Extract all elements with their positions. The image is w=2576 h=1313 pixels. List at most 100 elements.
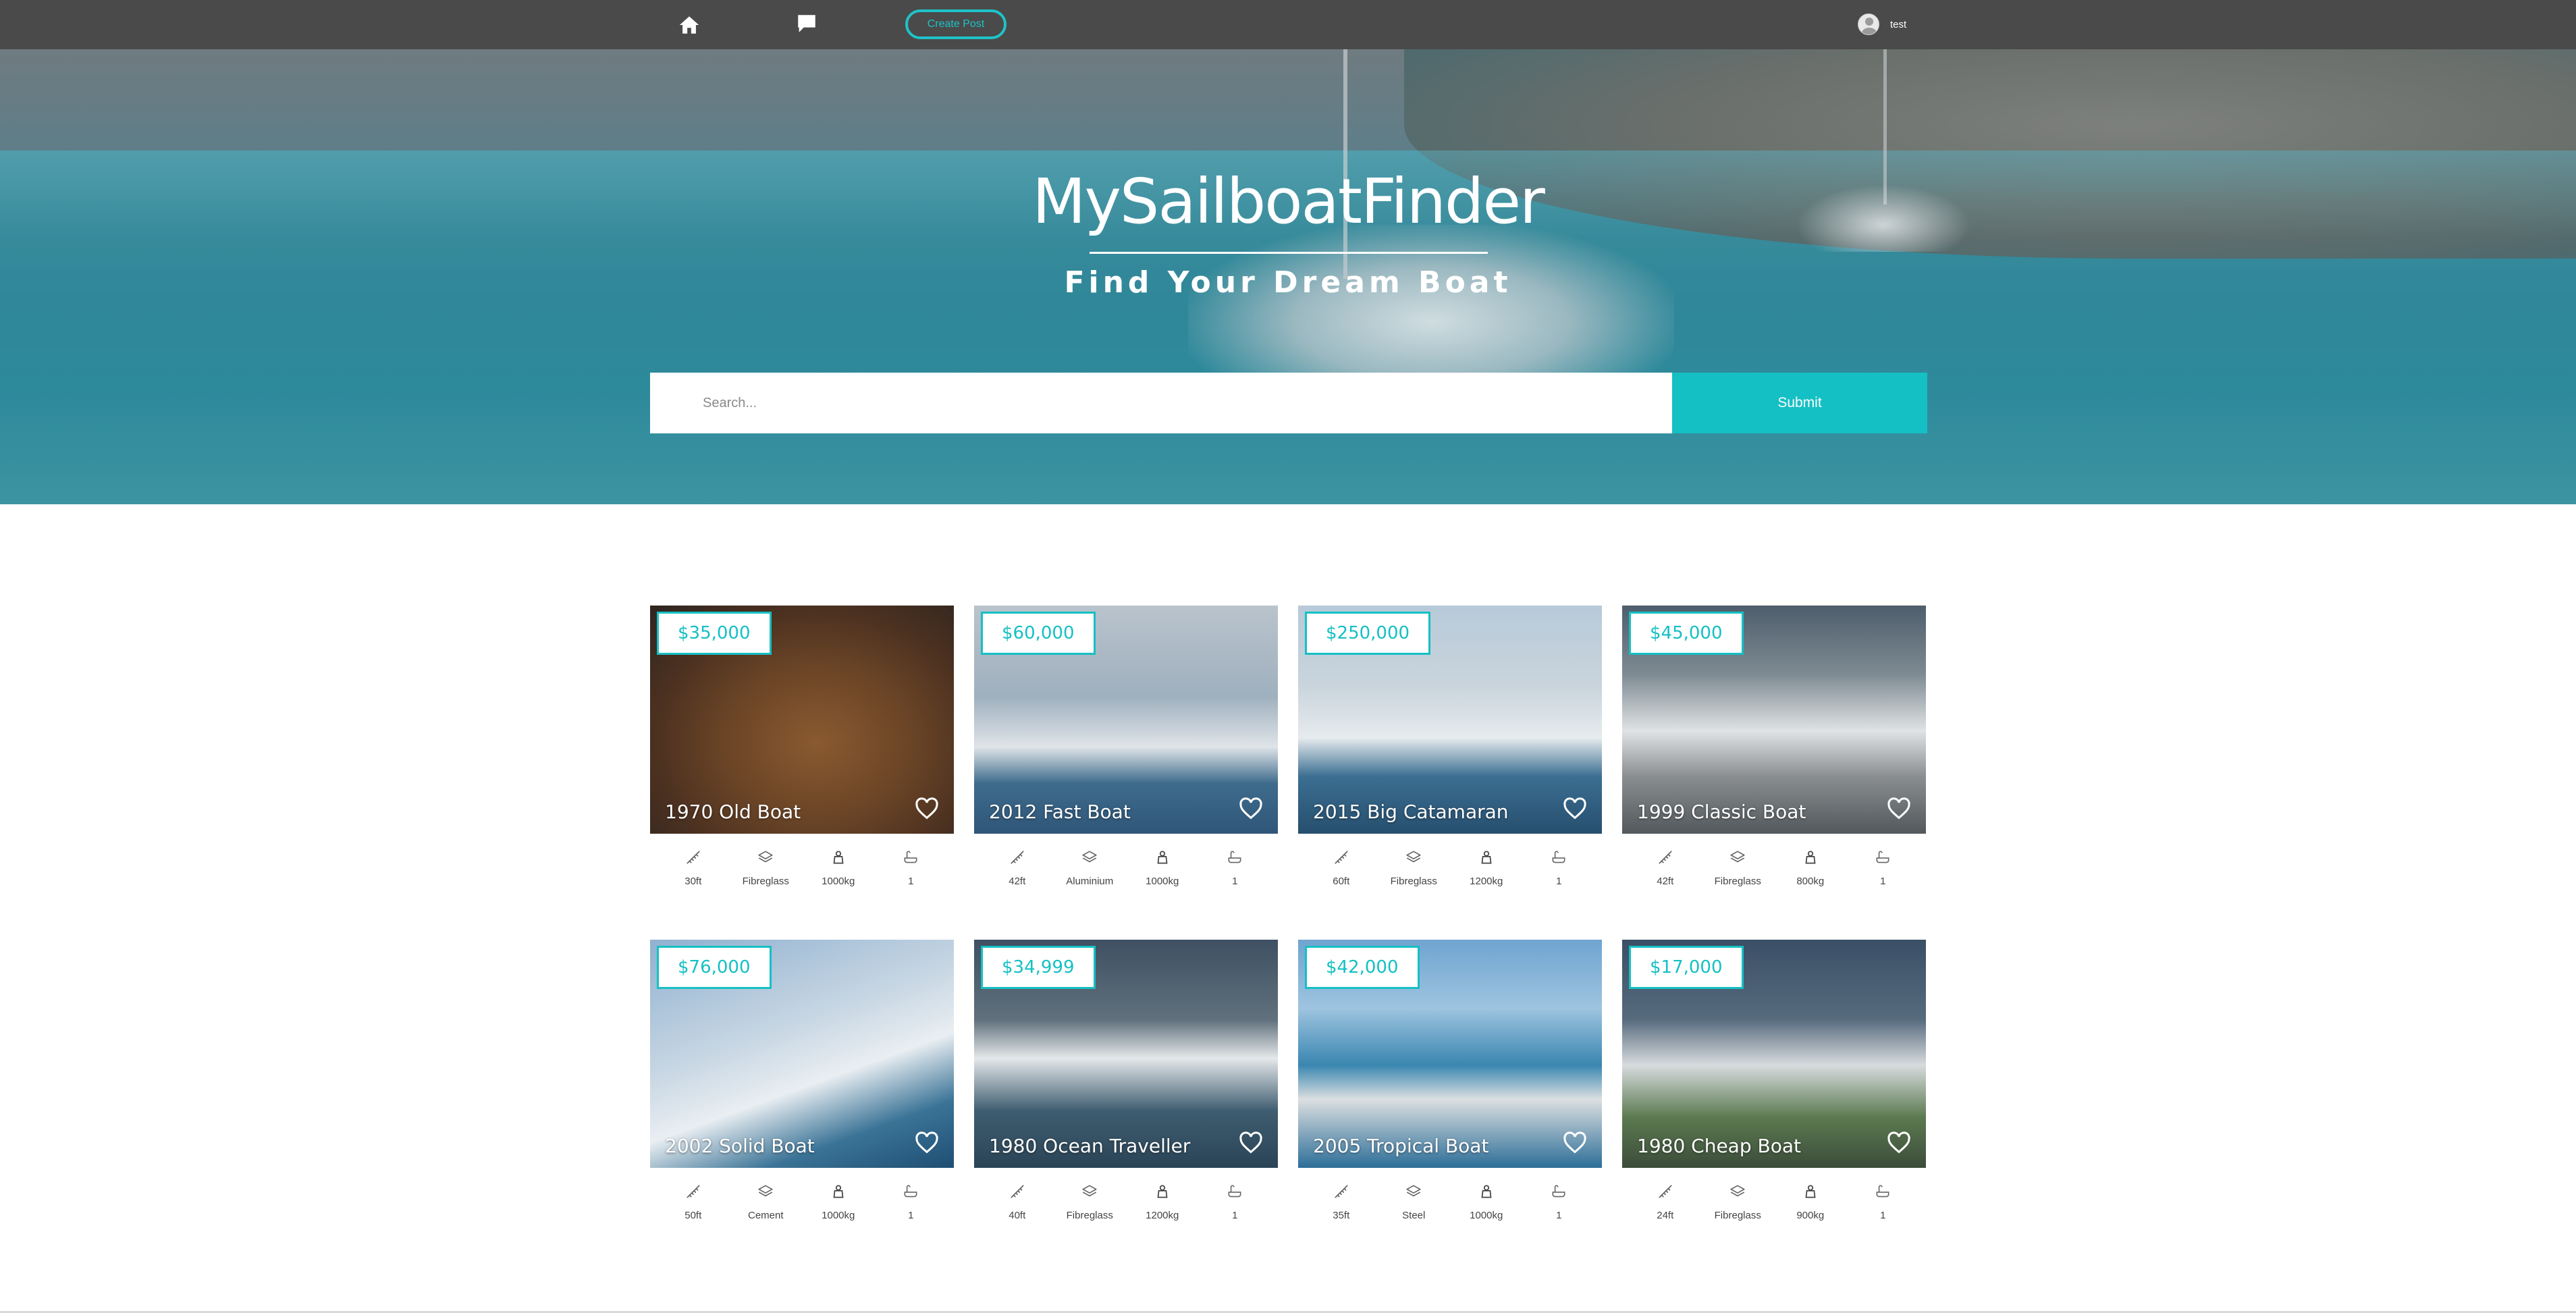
avatar[interactable] [1858, 14, 1879, 35]
layers-icon [1082, 1185, 1097, 1197]
hero-banner: MySailboatFinder Find Your Dream Boat Su… [0, 49, 2576, 504]
ruler-icon [1659, 851, 1672, 864]
weight-icon [1805, 851, 1816, 864]
layers-icon [1730, 1185, 1745, 1197]
home-icon[interactable] [678, 14, 701, 36]
spec-length: 35ft [1311, 1183, 1372, 1221]
price-badge: $60,000 [981, 612, 1096, 655]
spec-cabins-value: 1 [1880, 1210, 1886, 1221]
submit-button[interactable]: Submit [1672, 373, 1927, 433]
username[interactable]: test [1890, 19, 1906, 30]
search-input[interactable] [650, 373, 1672, 433]
spec-length: 40ft [987, 1183, 1048, 1221]
spec-length-value: 60ft [1333, 876, 1350, 887]
spec-weight: 1200kg [1456, 849, 1517, 887]
boat-name[interactable]: 2015 Big Catamaran [1313, 801, 1509, 823]
spec-material-value: Cement [747, 1210, 784, 1221]
listing-card[interactable]: $45,000 1999 Classic Boat 42ft Fibreglas… [1622, 606, 1926, 887]
spec-material: Fibreglass [1707, 849, 1768, 887]
bath-icon [1228, 851, 1241, 863]
boat-name[interactable]: 2012 Fast Boat [989, 801, 1131, 823]
heart-icon[interactable] [915, 1131, 939, 1154]
spec-length-value: 50ft [685, 1210, 702, 1221]
spec-row: 42ft Fibreglass 800kg 1 [1622, 849, 1926, 887]
listing-card[interactable]: $42,000 2005 Tropical Boat 35ft Steel 10… [1298, 940, 1602, 1221]
layers-icon [1406, 1185, 1421, 1197]
ruler-icon [1011, 1185, 1024, 1198]
spec-cabins: 1 [880, 849, 941, 887]
listing-card[interactable]: $60,000 2012 Fast Boat 42ft Aluminium 10… [974, 606, 1278, 887]
spec-cabins-value: 1 [908, 1210, 914, 1221]
spec-length-value: 42ft [1657, 876, 1674, 887]
listing-photo[interactable]: $60,000 2012 Fast Boat [974, 606, 1278, 834]
spec-row: 42ft Aluminium 1000kg 1 [974, 849, 1278, 887]
price-badge: $45,000 [1629, 612, 1744, 655]
listing-card[interactable]: $76,000 2002 Solid Boat 50ft Cement 1000… [650, 940, 954, 1221]
listing-card[interactable]: $35,000 1970 Old Boat 30ft Fibreglass 10… [650, 606, 954, 887]
spec-weight-value: 1200kg [1146, 1210, 1179, 1221]
boat-name[interactable]: 1980 Cheap Boat [1637, 1135, 1801, 1157]
spec-weight-value: 1000kg [822, 1210, 855, 1221]
listing-photo[interactable]: $76,000 2002 Solid Boat [650, 940, 954, 1168]
spec-length-value: 24ft [1657, 1210, 1674, 1221]
spec-weight: 800kg [1780, 849, 1841, 887]
spec-cabins: 1 [1852, 849, 1913, 887]
boat-name[interactable]: 1999 Classic Boat [1637, 801, 1806, 823]
heart-icon[interactable] [1239, 1131, 1263, 1154]
ruler-icon [1011, 851, 1024, 864]
spec-material-value: Fibreglass [742, 876, 789, 887]
heart-icon[interactable] [1563, 797, 1587, 820]
spec-material-value: Fibreglass [1714, 876, 1761, 887]
listing-card[interactable]: $250,000 2015 Big Catamaran 60ft Fibregl… [1298, 606, 1602, 887]
spec-material: Fibreglass [1707, 1183, 1768, 1221]
weight-icon [1805, 1185, 1816, 1198]
navbar: Create Post test [0, 0, 2576, 49]
spec-length: 42ft [1635, 849, 1696, 887]
weight-icon [1157, 1185, 1168, 1198]
boat-name[interactable]: 1970 Old Boat [665, 801, 801, 823]
boat-name[interactable]: 2002 Solid Boat [665, 1135, 815, 1157]
spec-material: Fibreglass [1059, 1183, 1120, 1221]
heart-icon[interactable] [1563, 1131, 1587, 1154]
price-badge: $17,000 [1629, 946, 1744, 989]
ruler-icon [687, 1185, 700, 1198]
spec-weight: 1200kg [1132, 1183, 1193, 1221]
spec-weight-value: 900kg [1796, 1210, 1825, 1221]
spec-weight-value: 1000kg [1146, 876, 1179, 887]
spec-cabins: 1 [1528, 849, 1589, 887]
bath-icon [904, 851, 917, 863]
spec-material: Steel [1383, 1183, 1444, 1221]
listing-photo[interactable]: $17,000 1980 Cheap Boat [1622, 940, 1926, 1168]
listing-card[interactable]: $34,999 1980 Ocean Traveller 40ft Fibreg… [974, 940, 1278, 1221]
price-badge: $250,000 [1305, 612, 1431, 655]
weight-icon [833, 1185, 844, 1198]
spec-cabins-value: 1 [1556, 1210, 1562, 1221]
ruler-icon [1335, 1185, 1348, 1198]
bath-icon [904, 1185, 917, 1198]
boat-name[interactable]: 2005 Tropical Boat [1313, 1135, 1488, 1157]
listing-photo[interactable]: $45,000 1999 Classic Boat [1622, 606, 1926, 834]
boat-name[interactable]: 1980 Ocean Traveller [989, 1135, 1190, 1157]
spec-weight: 900kg [1780, 1183, 1841, 1221]
create-post-button[interactable]: Create Post [905, 9, 1007, 39]
listing-photo[interactable]: $250,000 2015 Big Catamaran [1298, 606, 1602, 834]
listing-photo[interactable]: $35,000 1970 Old Boat [650, 606, 954, 834]
chat-icon[interactable] [795, 12, 818, 35]
listing-card[interactable]: $17,000 1980 Cheap Boat 24ft Fibreglass … [1622, 940, 1926, 1221]
heart-icon[interactable] [1887, 1131, 1911, 1154]
listing-photo[interactable]: $34,999 1980 Ocean Traveller [974, 940, 1278, 1168]
heart-icon[interactable] [1887, 797, 1911, 820]
spec-row: 50ft Cement 1000kg 1 [650, 1183, 954, 1221]
spec-length: 60ft [1311, 849, 1372, 887]
bath-icon [1552, 1185, 1565, 1198]
price-badge: $42,000 [1305, 946, 1420, 989]
weight-icon [1157, 851, 1168, 864]
user-menu[interactable]: test [1858, 12, 1906, 36]
heart-icon[interactable] [1239, 797, 1263, 820]
spec-cabins-value: 1 [1232, 876, 1238, 887]
listing-photo[interactable]: $42,000 2005 Tropical Boat [1298, 940, 1602, 1168]
heart-icon[interactable] [915, 797, 939, 820]
spec-material-value: Fibreglass [1390, 876, 1437, 887]
spec-material: Fibreglass [1383, 849, 1444, 887]
spec-length: 24ft [1635, 1183, 1696, 1221]
